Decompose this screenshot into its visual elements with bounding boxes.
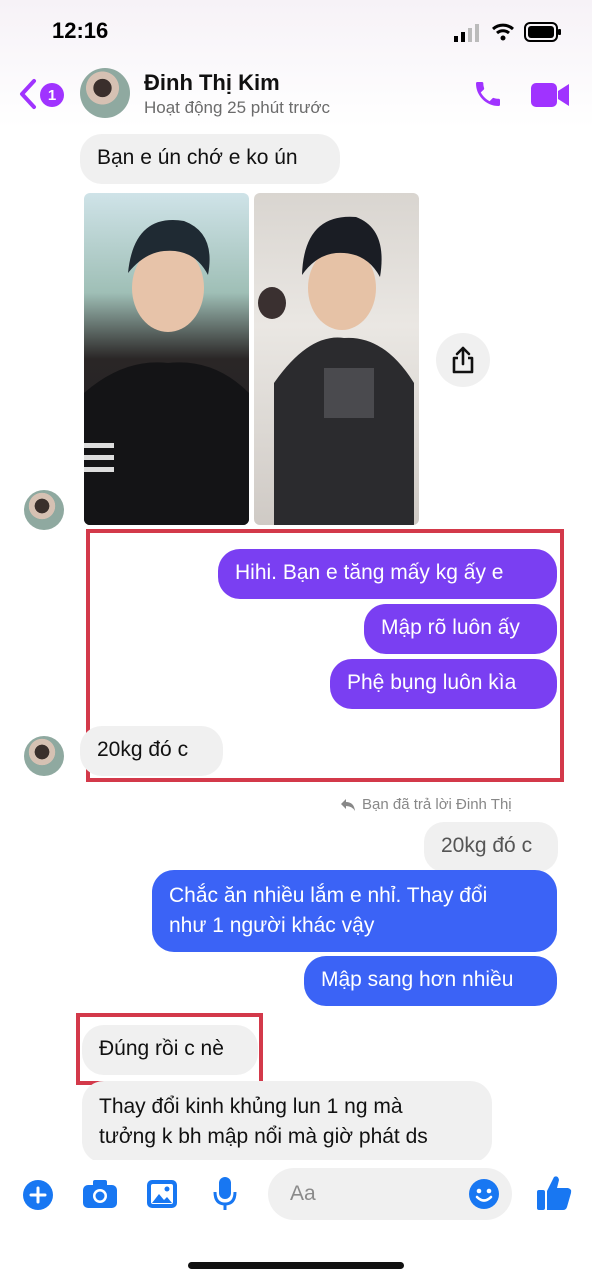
reply-label: Bạn đã trả lời Đinh Thị: [362, 796, 512, 813]
message-bubble-outgoing[interactable]: Mập sang hơn nhiều: [304, 956, 557, 1006]
contact-avatar[interactable]: [80, 68, 130, 118]
video-camera-icon: [531, 83, 569, 107]
emoji-icon: [469, 1179, 499, 1209]
message-input-placeholder: Aa: [290, 1182, 316, 1205]
add-button[interactable]: [22, 1179, 54, 1216]
message-bubble-outgoing[interactable]: Hihi. Bạn e tăng mấy kg ấy e: [218, 549, 557, 599]
phone-call-button[interactable]: [472, 78, 504, 115]
shared-photo-2[interactable]: [254, 193, 419, 525]
signal-icon: [454, 24, 484, 47]
emoji-button[interactable]: [468, 1178, 500, 1215]
quoted-message[interactable]: 20kg đó c: [424, 822, 558, 872]
plus-circle-icon: [23, 1180, 53, 1210]
status-time: 12:16: [52, 18, 109, 43]
reply-icon: [341, 798, 355, 811]
message-line: tưởng k bh mập nổi mà giờ phát ds: [99, 1125, 428, 1148]
voice-button[interactable]: [212, 1176, 238, 1217]
camera-button[interactable]: [82, 1179, 118, 1214]
sender-avatar[interactable]: [24, 490, 64, 530]
message-line: như 1 người khác vậy: [169, 914, 375, 937]
message-bubble-outgoing[interactable]: Chắc ăn nhiều lắm e nhỉ. Thay đổi như 1 …: [152, 870, 557, 952]
back-button[interactable]: [18, 78, 38, 115]
home-indicator: [188, 1262, 404, 1269]
message-input[interactable]: Aa: [268, 1168, 512, 1220]
share-button[interactable]: [436, 333, 490, 387]
camera-icon: [83, 1180, 117, 1208]
battery-icon: [524, 22, 562, 47]
share-icon: [452, 346, 474, 374]
video-call-button[interactable]: [530, 80, 570, 115]
unread-badge: 1: [40, 83, 64, 107]
message-bubble-incoming[interactable]: Thay đổi kinh khủng lun 1 ng mà tưởng k …: [82, 1081, 492, 1163]
microphone-icon: [213, 1177, 237, 1210]
sender-avatar[interactable]: [24, 736, 64, 776]
message-bubble-outgoing[interactable]: Mập rõ luôn ấy: [364, 604, 557, 654]
message-bubble-incoming[interactable]: Bạn e ún chớ e ko ún: [80, 134, 340, 184]
wifi-icon: [491, 22, 515, 47]
thumbs-up-icon: [537, 1176, 572, 1210]
like-button[interactable]: [536, 1174, 572, 1217]
message-line: Thay đổi kinh khủng lun 1 ng mà: [99, 1095, 403, 1118]
contact-status: Hoạt động 25 phút trước: [144, 98, 331, 117]
message-bubble-incoming[interactable]: 20kg đó c: [80, 726, 223, 776]
shared-photo-1[interactable]: [84, 193, 249, 525]
image-icon: [147, 1180, 177, 1208]
message-bubble-outgoing[interactable]: Phệ bụng luôn kìa: [330, 659, 557, 709]
gallery-button[interactable]: [146, 1179, 178, 1214]
message-bubble-incoming[interactable]: Đúng rồi c nè: [82, 1025, 258, 1075]
phone-icon: [476, 82, 500, 106]
reply-indicator: Bạn đã trả lời Đinh Thị: [340, 796, 512, 813]
message-line: Chắc ăn nhiều lắm e nhỉ. Thay đổi: [169, 884, 488, 907]
contact-name[interactable]: Đinh Thị Kim: [144, 70, 280, 96]
